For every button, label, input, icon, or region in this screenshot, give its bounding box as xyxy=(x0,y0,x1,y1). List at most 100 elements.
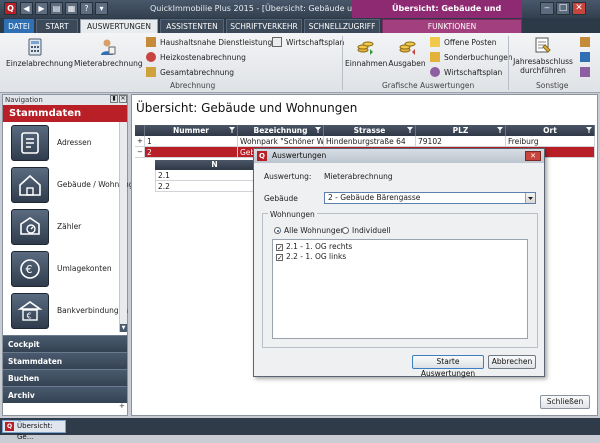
wirtschaftsplan1-button[interactable]: Wirtschaftsplan xyxy=(272,37,344,47)
help-icon[interactable]: ? xyxy=(80,2,93,15)
year-end-icon xyxy=(535,37,551,53)
list-item[interactable]: ✓ 2.1 - 1. OG rechts xyxy=(276,242,352,252)
checkbox-checked-icon[interactable]: ✓ xyxy=(276,244,283,252)
nav-pin-icon[interactable]: ▮ xyxy=(110,95,118,103)
column-header-bezeichnung[interactable]: Bezeichnung xyxy=(238,125,324,136)
svg-text:€: € xyxy=(26,263,33,276)
filter-icon[interactable] xyxy=(229,127,235,133)
filter-icon[interactable] xyxy=(315,127,321,133)
extra-button-3[interactable] xyxy=(580,67,594,77)
cell-bezeichnung[interactable]: Wohnpark "Schöner Wohn xyxy=(238,136,324,147)
nav-item-zaehler[interactable]: Zähler xyxy=(3,207,118,249)
window-tab[interactable]: Q Übersicht: Ge... xyxy=(2,420,66,441)
column-header-strasse[interactable]: Strasse xyxy=(324,125,416,136)
jahresabschluss-button[interactable]: Jahresabschluss durchführen xyxy=(512,36,574,75)
filter-icon[interactable] xyxy=(497,127,503,133)
column-header-plz[interactable]: PLZ xyxy=(416,125,506,136)
wirtschaftsplan2-button[interactable]: Wirtschaftsplan xyxy=(430,67,502,77)
schliessen-button[interactable]: Schließen xyxy=(540,395,590,409)
column-label: Nummer xyxy=(172,126,210,135)
address-book-icon xyxy=(21,132,39,154)
filter-icon[interactable] xyxy=(407,127,413,133)
minimize-button[interactable]: ‒ xyxy=(540,2,554,15)
cell-nummer[interactable]: 2 xyxy=(145,147,238,158)
wohnungen-list[interactable]: ✓ 2.1 - 1. OG rechts ✓ 2.2 - 1. OG links xyxy=(272,239,528,339)
einnahmen-button[interactable]: Einnahmen xyxy=(345,38,387,68)
radio-individuell[interactable]: Individuell xyxy=(342,226,391,235)
gebaeude-select[interactable]: 2 - Gebäude Bärengasse xyxy=(324,192,536,204)
ribbon: Einzelabrechnung Mieterabrechnung Hausha… xyxy=(0,33,600,93)
cell-plz[interactable]: 79102 xyxy=(416,136,506,147)
auswertung-label: Auswertung: xyxy=(264,172,312,181)
ausgaben-label: Ausgaben xyxy=(388,59,426,68)
row-expander-icon[interactable]: + xyxy=(119,402,125,410)
list-item[interactable]: ✓ 2.2 - 1. OG links xyxy=(276,252,346,262)
maximize-button[interactable]: □ xyxy=(556,2,570,15)
tab-funktionen[interactable]: FUNKTIONEN xyxy=(382,19,522,33)
extra-button-1[interactable] xyxy=(580,37,594,47)
nav-item-umlagekonten[interactable]: € Umlagekonten xyxy=(3,249,118,291)
forward-icon[interactable]: ▶ xyxy=(35,2,48,15)
offene-label: Offene Posten xyxy=(444,38,497,47)
bank-icon: € xyxy=(17,301,43,321)
tab-schriftverkehr[interactable]: SCHRIFTVERKEHR xyxy=(226,19,302,33)
euro-coins-icon: € xyxy=(20,259,40,279)
coins-icon xyxy=(357,41,374,55)
nav-item-gebaeude[interactable]: Gebäude / Wohnung... xyxy=(3,165,141,207)
column-label: Bezeichnung xyxy=(253,126,308,135)
scroll-down-icon[interactable]: ▼ xyxy=(120,324,127,332)
close-window-button[interactable]: ✕ xyxy=(572,2,586,15)
gesamt-button[interactable]: Gesamtabrechnung xyxy=(146,67,234,77)
sonderbuchungen-button[interactable]: Sonderbuchungen xyxy=(430,52,513,62)
dialog-close-button[interactable]: ✕ xyxy=(525,151,541,161)
jahresabschluss-label: Jahresabschluss xyxy=(513,57,573,66)
nav-section-archiv[interactable]: Archiv xyxy=(3,386,127,403)
tab-datei[interactable]: DATEI xyxy=(4,19,34,33)
jahresabschluss-label-2: durchführen xyxy=(520,66,566,75)
nav-close-icon[interactable]: ✕ xyxy=(119,95,127,103)
einzelabrechnung-button[interactable]: Einzelabrechnung xyxy=(6,38,73,68)
gesamt-label: Gesamtabrechnung xyxy=(160,68,234,77)
dialog-title-bar: Q Auswertungen ✕ xyxy=(254,149,544,163)
tools-icon xyxy=(146,37,156,47)
customize-icon[interactable]: ▾ xyxy=(95,2,108,15)
abbrechen-button[interactable]: Abbrechen xyxy=(488,355,536,369)
cell-nummer[interactable]: 1 xyxy=(145,136,238,147)
nav-scrollbar[interactable]: ▼ xyxy=(119,122,127,332)
row-expander-icon[interactable]: + xyxy=(120,360,125,367)
row-expander[interactable]: − xyxy=(135,147,145,158)
mieterabrechnung-button[interactable]: Mieterabrechnung xyxy=(74,38,143,68)
calendar-icon[interactable]: ▦ xyxy=(65,2,78,15)
nav-section-stammdaten[interactable]: Stammdaten xyxy=(3,352,127,369)
radio-label: Alle Wohnungen xyxy=(284,226,346,235)
extra-button-2[interactable] xyxy=(580,52,594,62)
back-icon[interactable]: ◀ xyxy=(20,2,33,15)
nav-item-bankverbindungen[interactable]: € Bankverbindungen xyxy=(3,291,128,333)
filter-icon[interactable] xyxy=(586,127,592,133)
cell-ort[interactable]: Freiburg xyxy=(506,136,595,147)
house-icon xyxy=(19,174,41,196)
chevron-down-icon[interactable] xyxy=(525,193,535,203)
cell-strasse[interactable]: Hindenburgstraße 64 xyxy=(324,136,416,147)
print-icon[interactable]: ▤ xyxy=(50,2,63,15)
ribbon-separator xyxy=(508,36,509,90)
column-header-ort[interactable]: Ort xyxy=(506,125,595,136)
offene-posten-button[interactable]: Offene Posten xyxy=(430,37,497,47)
starte-auswertungen-button[interactable]: Starte Auswertungen xyxy=(412,355,484,378)
tab-assistenten[interactable]: ASSISTENTEN xyxy=(160,19,224,33)
radio-alle-wohnungen[interactable]: Alle Wohnungen xyxy=(274,226,345,235)
haushalt-button[interactable]: Haushaltsnahe Dienstleistungen xyxy=(146,37,282,47)
nav-section-cockpit[interactable]: Cockpit xyxy=(3,335,127,352)
ausgaben-button[interactable]: Ausgaben xyxy=(388,38,426,68)
tab-auswertungen[interactable]: AUSWERTUNGEN xyxy=(80,19,158,33)
row-expander[interactable]: + xyxy=(135,136,145,147)
nav-section-buchen[interactable]: Buchen xyxy=(3,369,127,386)
special-booking-icon xyxy=(430,52,440,62)
column-header-nummer[interactable]: Nummer xyxy=(145,125,238,136)
tab-start[interactable]: START xyxy=(36,19,78,33)
checkbox-checked-icon[interactable]: ✓ xyxy=(276,254,283,262)
heizkosten-button[interactable]: Heizkostenabrechnung xyxy=(146,52,246,62)
tab-schnellzugriff[interactable]: SCHNELLZUGRIFF xyxy=(304,19,380,33)
calculator-icon xyxy=(28,38,42,56)
nav-item-adressen[interactable]: Adressen xyxy=(3,123,118,165)
